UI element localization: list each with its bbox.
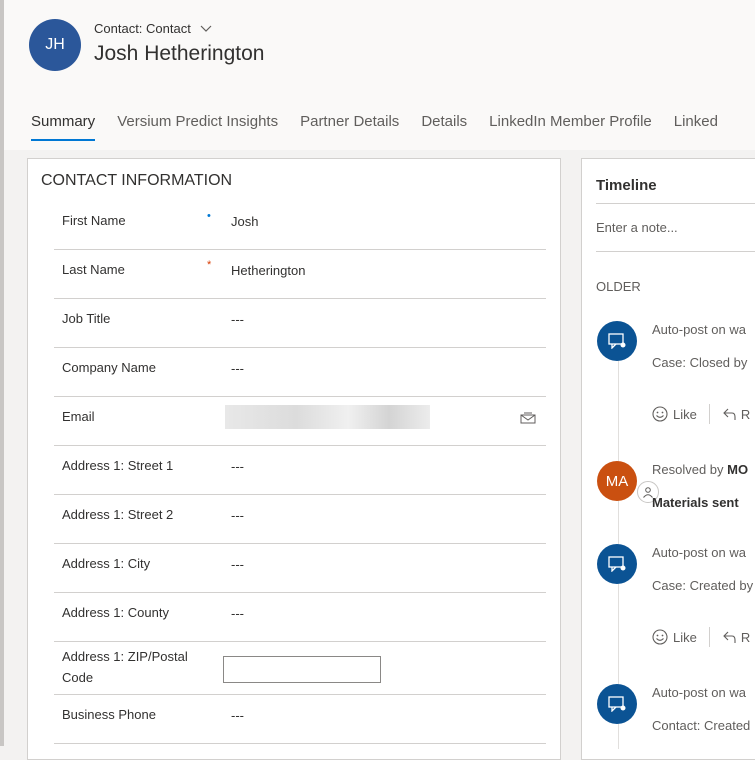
like-icon[interactable] (652, 406, 668, 422)
tab-partner-details[interactable]: Partner Details (300, 113, 399, 141)
field-label: First Name (62, 213, 126, 228)
first-name-value[interactable]: Josh (231, 214, 258, 229)
business-phone-value[interactable]: --- (231, 708, 244, 723)
field-address-zip: Address 1: ZIP/Postal Code (54, 642, 546, 695)
timeline-title: Timeline (596, 177, 657, 194)
timeline-item-subtitle: Contact: Created (652, 718, 751, 733)
field-first-name: First Name • Josh (54, 201, 546, 250)
form-selector[interactable]: Contact: Contact (94, 21, 213, 36)
field-job-title: Job Title --- (54, 299, 546, 348)
timeline-item-title[interactable]: Auto-post on wa (652, 545, 746, 560)
field-company-name: Company Name --- (54, 348, 546, 397)
timeline-group-label: OLDER (596, 279, 641, 294)
post-avatar (597, 321, 637, 361)
resolved-by-name: MO (727, 462, 749, 477)
contact-information-section: CONTACT INFORMATION First Name • Josh La… (27, 158, 561, 760)
street-1-value[interactable]: --- (231, 459, 244, 474)
field-label: Email (62, 409, 95, 424)
post-avatar (597, 684, 637, 724)
reply-button[interactable]: R (741, 407, 750, 422)
chevron-down-icon[interactable] (199, 22, 213, 36)
field-last-name: Last Name * Hetherington (54, 250, 546, 299)
separator (708, 627, 710, 647)
field-address-street-2: Address 1: Street 2 --- (54, 495, 546, 544)
street-2-value[interactable]: --- (231, 508, 244, 523)
field-address-city: Address 1: City --- (54, 544, 546, 593)
tab-bar: Summary Versium Predict Insights Partner… (31, 113, 740, 141)
timeline-item-title[interactable]: Resolved by MO (652, 462, 748, 477)
like-button[interactable]: Like (673, 630, 697, 645)
field-label: Address 1: City (62, 556, 151, 571)
like-button[interactable]: Like (673, 407, 697, 422)
field-email: Email (54, 397, 546, 446)
tab-linkedin-member-profile[interactable]: LinkedIn Member Profile (489, 113, 652, 141)
post-icon (608, 333, 626, 349)
field-address-county: Address 1: County --- (54, 593, 546, 642)
field-business-phone: Business Phone --- (54, 695, 546, 744)
tab-details[interactable]: Details (421, 113, 467, 141)
required-indicator: * (207, 259, 212, 271)
post-avatar (597, 544, 637, 584)
field-label: Company Name (62, 360, 156, 375)
field-label: Last Name (62, 262, 125, 277)
contact-avatar: JH (29, 19, 81, 71)
timeline-panel: Timeline Enter a note... OLDER Auto-post… (581, 158, 755, 760)
divider (596, 203, 755, 204)
timeline-item-subtitle: Case: Created by (652, 578, 754, 593)
tab-summary[interactable]: Summary (31, 113, 96, 141)
avatar-initials: JH (45, 36, 65, 53)
tab-versium-predict-insights[interactable]: Versium Predict Insights (117, 113, 278, 141)
timeline-item-title[interactable]: Auto-post on wa (652, 685, 746, 700)
resolved-by-label: Resolved by (652, 462, 728, 477)
city-value[interactable]: --- (231, 557, 244, 572)
record-title: Josh Hetherington (94, 42, 265, 65)
recommended-indicator: • (207, 210, 211, 222)
job-title-value[interactable]: --- (231, 312, 244, 327)
tab-linked[interactable]: Linked (674, 113, 718, 141)
field-label: Address 1: ZIP/Postal Code (62, 649, 188, 685)
post-icon (608, 556, 626, 572)
record-header: JH Contact: Contact Josh Hetherington Su… (4, 0, 755, 150)
field-label: Address 1: Street 2 (62, 507, 174, 522)
timeline-item-subtitle: Materials sent (652, 495, 739, 510)
divider (596, 251, 755, 252)
field-label: Address 1: Street 1 (62, 458, 174, 473)
like-icon[interactable] (652, 629, 668, 645)
timeline-item-actions: Like R (652, 627, 750, 647)
email-value-redacted[interactable] (225, 405, 430, 429)
section-title: CONTACT INFORMATION (41, 172, 233, 189)
field-label: Address 1: County (62, 605, 169, 620)
reply-button[interactable]: R (741, 630, 750, 645)
county-value[interactable]: --- (231, 606, 244, 621)
field-label: Business Phone (62, 707, 156, 722)
last-name-value[interactable]: Hetherington (231, 263, 305, 278)
user-avatar: MA (597, 461, 659, 503)
mail-icon[interactable] (520, 411, 536, 425)
field-address-street-1: Address 1: Street 1 --- (54, 446, 546, 495)
reply-icon[interactable] (722, 407, 736, 421)
separator (708, 404, 710, 424)
zip-postal-code-input[interactable] (223, 656, 381, 683)
entity-label: Contact: Contact (94, 21, 191, 36)
timeline-item-title[interactable]: Auto-post on wa (652, 322, 746, 337)
timeline-item-actions: Like R (652, 404, 750, 424)
field-label: Job Title (62, 311, 111, 326)
post-icon (608, 696, 626, 712)
note-input[interactable]: Enter a note... (596, 220, 678, 235)
reply-icon[interactable] (722, 630, 736, 644)
company-name-value[interactable]: --- (231, 361, 244, 376)
user-initials: MA (605, 472, 629, 490)
timeline-item-subtitle: Case: Closed by (652, 355, 748, 370)
